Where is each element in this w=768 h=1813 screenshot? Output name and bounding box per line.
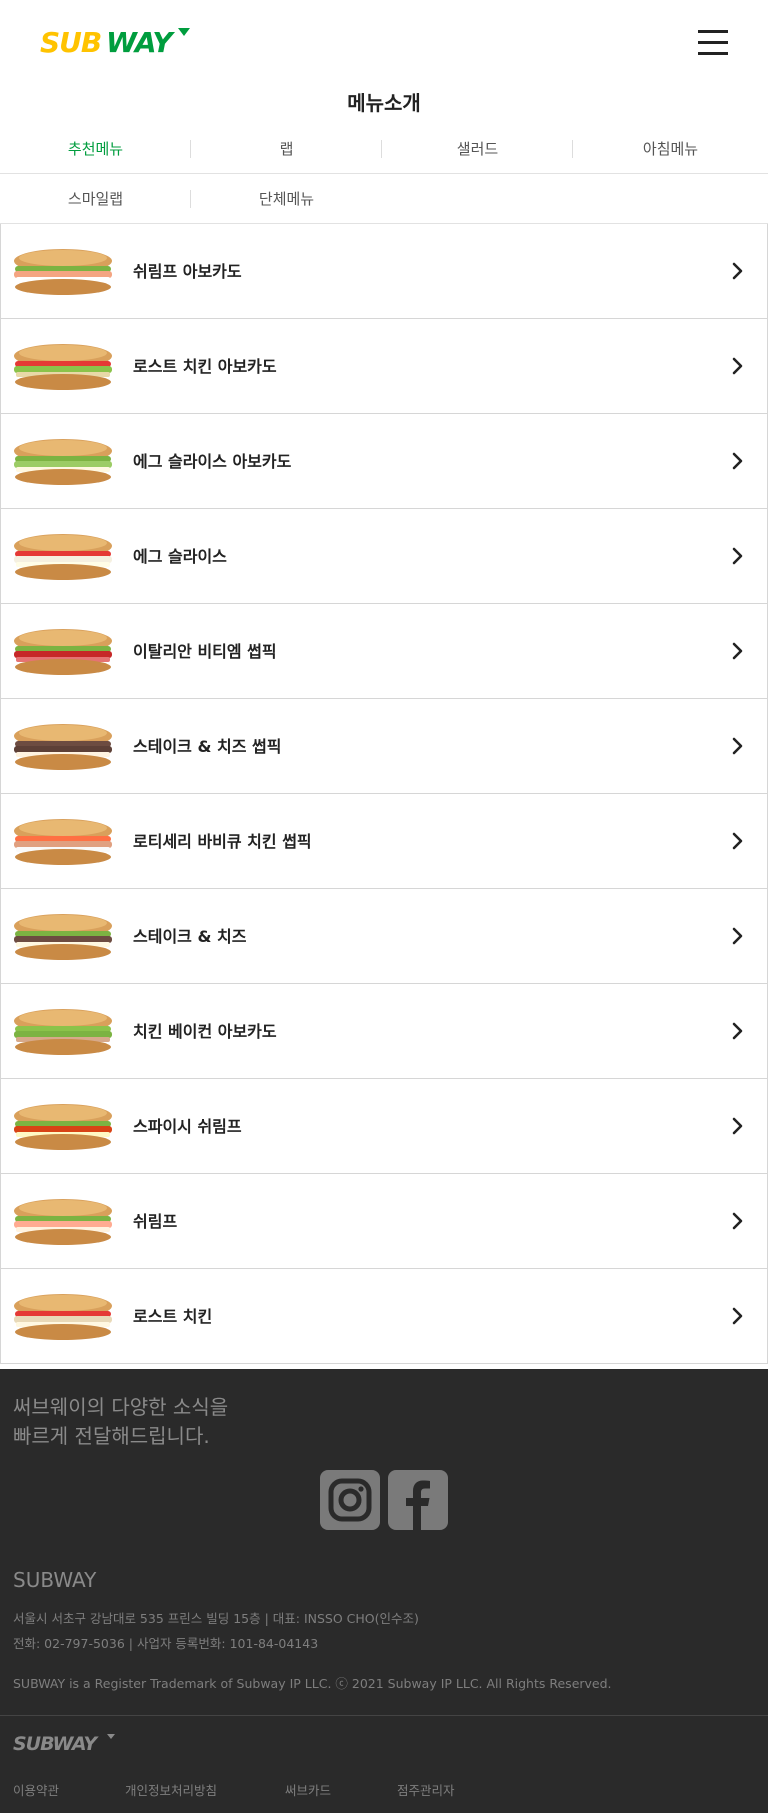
sandwich-image (14, 249, 112, 295)
sandwich-image (14, 819, 112, 865)
menu-item-name: 쉬림프 아보카도 (133, 262, 242, 281)
sandwich-image (14, 914, 112, 960)
sandwich-image (14, 534, 112, 580)
tab-wrap[interactable]: 랩 (191, 124, 382, 173)
footer-trademark: SUBWAY is a Register Trademark of Subway… (13, 1676, 612, 1691)
chevron-right-icon (732, 642, 743, 660)
chevron-right-icon (732, 832, 743, 850)
chevron-right-icon (732, 737, 743, 755)
category-tabs-row-2: 스마일랩 단체메뉴 (0, 174, 768, 224)
menu-item-name: 에그 슬라이스 아보카도 (133, 452, 292, 471)
chevron-right-icon (732, 1022, 743, 1040)
subway-logo[interactable]: SUB WAY (40, 24, 190, 56)
menu-item-name: 로스트 치킨 아보카도 (133, 357, 277, 376)
menu-item-name: 치킨 베이컨 아보카도 (133, 1022, 277, 1041)
tab-salad[interactable]: 샐러드 (382, 124, 573, 173)
footer-link-privacy[interactable]: 개인정보처리방침 (125, 1780, 217, 1799)
sandwich-image (14, 439, 112, 485)
svg-text:SUBWAY: SUBWAY (13, 1733, 99, 1753)
page-title: 메뉴소개 (347, 91, 421, 115)
tab-breakfast[interactable]: 아침메뉴 (573, 124, 768, 173)
sandwich-image (14, 344, 112, 390)
menu-item[interactable]: 스테이크 & 치즈 썹픽 (0, 699, 768, 794)
footer-tagline-line-1: 써브웨이의 다양한 소식을 (13, 1395, 229, 1419)
hamburger-menu-icon[interactable] (698, 30, 728, 55)
chevron-right-icon (732, 927, 743, 945)
sandwich-image (14, 629, 112, 675)
menu-list: 쉬림프 아보카도로스트 치킨 아보카도에그 슬라이스 아보카도에그 슬라이스이탈… (0, 224, 768, 1364)
menu-item-name: 로티세리 바비큐 치킨 썹픽 (133, 832, 312, 851)
menu-item[interactable]: 치킨 베이컨 아보카도 (0, 984, 768, 1079)
footer-link-subcard[interactable]: 써브카드 (285, 1780, 331, 1799)
menu-item[interactable]: 로스트 치킨 아보카도 (0, 319, 768, 414)
menu-item-name: 스테이크 & 치즈 (133, 927, 247, 946)
instagram-icon[interactable] (320, 1470, 380, 1530)
footer-tagline: 써브웨이의 다양한 소식을 빠르게 전달해드립니다. (13, 1393, 228, 1451)
menu-item-name: 로스트 치킨 (133, 1307, 213, 1326)
footer-subway-logo[interactable]: SUBWAY (13, 1731, 115, 1753)
chevron-right-icon (732, 547, 743, 565)
footer-link-terms[interactable]: 이용약관 (13, 1780, 59, 1799)
menu-item-name: 스테이크 & 치즈 썹픽 (133, 737, 282, 756)
chevron-right-icon (732, 262, 743, 280)
footer: 써브웨이의 다양한 소식을 빠르게 전달해드립니다. SUBWAY 서울시 서초… (0, 1369, 768, 1813)
footer-brand: SUBWAY (13, 1568, 97, 1592)
sandwich-image (14, 1104, 112, 1150)
footer-tagline-line-2: 빠르게 전달해드립니다. (13, 1424, 210, 1448)
menu-item[interactable]: 스파이시 쉬림프 (0, 1079, 768, 1174)
footer-divider (0, 1715, 768, 1716)
facebook-icon[interactable] (388, 1470, 448, 1530)
menu-item[interactable]: 이탈리안 비티엠 썹픽 (0, 604, 768, 699)
menu-item-name: 이탈리안 비티엠 썹픽 (133, 642, 277, 661)
sandwich-image (14, 724, 112, 770)
svg-text:SUB: SUB (40, 26, 101, 56)
chevron-right-icon (732, 452, 743, 470)
footer-address: 서울시 서초구 강남대로 535 프린스 빌딩 15층 | 대표: INSSO … (13, 1611, 419, 1626)
sandwich-image (14, 1199, 112, 1245)
menu-item[interactable]: 로티세리 바비큐 치킨 썹픽 (0, 794, 768, 889)
menu-item-name: 스파이시 쉬림프 (133, 1117, 242, 1136)
svg-text:WAY: WAY (106, 26, 175, 56)
menu-item-name: 에그 슬라이스 (133, 547, 227, 566)
menu-item[interactable]: 로스트 치킨 (0, 1269, 768, 1364)
menu-item[interactable]: 스테이크 & 치즈 (0, 889, 768, 984)
menu-item[interactable]: 쉬림프 아보카도 (0, 224, 768, 319)
menu-item[interactable]: 에그 슬라이스 (0, 509, 768, 604)
chevron-right-icon (732, 1212, 743, 1230)
footer-link-franchisee[interactable]: 점주관리자 (397, 1780, 455, 1799)
tab-recommended[interactable]: 추천메뉴 (0, 124, 191, 173)
sandwich-image (14, 1294, 112, 1340)
menu-item[interactable]: 에그 슬라이스 아보카도 (0, 414, 768, 509)
menu-item-name: 쉬림프 (133, 1212, 178, 1231)
footer-contact: 전화: 02-797-5036 | 사업자 등록번화: 101-84-04143 (13, 1636, 319, 1651)
menu-item[interactable]: 쉬림프 (0, 1174, 768, 1269)
sandwich-image (14, 1009, 112, 1055)
chevron-right-icon (732, 1307, 743, 1325)
header: SUB WAY (0, 0, 768, 82)
category-tabs-row-1: 추천메뉴 랩 샐러드 아침메뉴 (0, 124, 768, 174)
chevron-right-icon (732, 357, 743, 375)
tab-group-menu[interactable]: 단체메뉴 (191, 174, 382, 223)
tab-smile-wrap[interactable]: 스마일랩 (0, 174, 191, 223)
chevron-right-icon (732, 1117, 743, 1135)
